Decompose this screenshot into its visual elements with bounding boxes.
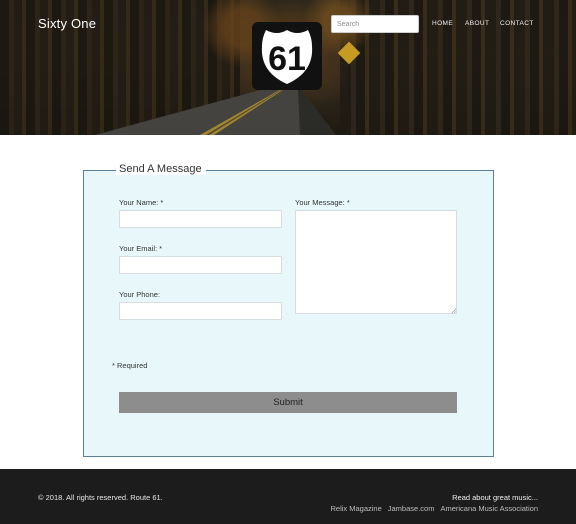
required-note: * Required — [112, 361, 148, 370]
footer-link-americana[interactable]: Americana Music Association — [440, 504, 538, 513]
message-textarea[interactable] — [295, 210, 457, 314]
site-brand[interactable]: Sixty One — [38, 16, 96, 31]
road-sign-post — [348, 60, 350, 108]
search-input[interactable] — [331, 15, 419, 33]
shield-number: 61 — [268, 40, 306, 78]
message-label: Your Message: * — [295, 198, 350, 207]
name-field[interactable] — [119, 210, 282, 228]
footer-link-jambase[interactable]: Jambase.com — [388, 504, 435, 513]
nav-about-link[interactable]: ABOUT — [465, 20, 489, 27]
name-label: Your Name: * — [119, 198, 164, 207]
form-legend: Send A Message — [116, 163, 206, 175]
route-61-shield-logo[interactable]: 61 — [252, 22, 322, 90]
footer-links: Relix Magazine Jambase.com Americana Mus… — [330, 504, 538, 513]
nav-home-link[interactable]: HOME — [432, 20, 453, 27]
submit-button[interactable]: Submit — [119, 392, 457, 413]
email-field[interactable] — [119, 256, 282, 274]
footer-link-relix[interactable]: Relix Magazine — [330, 504, 381, 513]
nav-contact-link[interactable]: CONTACT — [500, 20, 534, 27]
read-more-heading: Read about great music... — [452, 493, 538, 502]
copyright-text: © 2018. All rights reserved. Route 61. — [38, 493, 163, 502]
email-label: Your Email: * — [119, 244, 163, 253]
phone-field[interactable] — [119, 302, 282, 320]
phone-label: Your Phone: — [119, 290, 161, 299]
resize-handle-icon[interactable] — [451, 308, 456, 313]
